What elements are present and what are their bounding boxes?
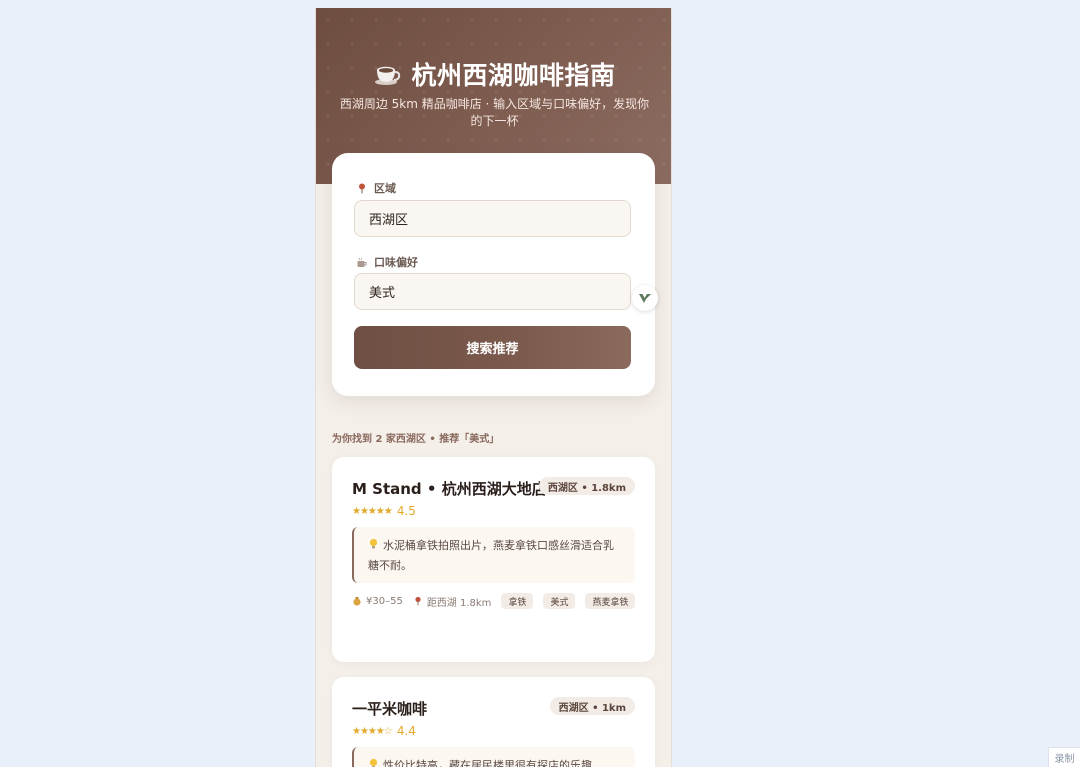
distance-info: 距西湖 1.8km (413, 594, 491, 609)
search-button[interactable]: 搜索推荐 (354, 326, 631, 369)
price-range: ¥30–55 (352, 596, 403, 607)
region-input[interactable]: 西湖区 (354, 200, 631, 237)
assistant-logo-icon (639, 294, 651, 303)
taste-input[interactable]: 美式 (354, 273, 631, 310)
shop-tag: 燕麦拿铁 (585, 593, 636, 609)
shop-name: 一平米咖啡 (352, 700, 428, 718)
shop-name: M Stand • 杭州西湖大地店 (352, 480, 547, 498)
page-subtitle: 西湖周边 5km 精品咖啡店 · 输入区域与口味偏好，发现你的下一杯 (339, 97, 650, 128)
lightbulb-icon (369, 758, 378, 767)
result-summary: 为你找到 2 家西湖区 • 推荐「美式」 (332, 434, 500, 445)
region-label: 区域 (356, 180, 396, 196)
star-rating-icon: ★★★★☆ (352, 725, 393, 737)
rating-value: 4.5 (396, 504, 416, 518)
assistant-button[interactable] (632, 285, 658, 311)
money-bag-icon (353, 597, 361, 606)
page-title: 杭州西湖咖啡指南 (411, 61, 616, 90)
lightbulb-icon (369, 538, 378, 549)
star-rating-icon: ★★★★★ (352, 505, 393, 517)
coffee-cup-icon (375, 66, 401, 85)
shop-rating: ★★★★☆ 4.4 (352, 724, 416, 738)
record-button[interactable]: 录制 (1048, 747, 1080, 767)
shop-meta: ¥30–55 距西湖 1.8km 拿铁 美式 燕麦拿铁 (352, 593, 642, 609)
taste-label: 口味偏好 (356, 254, 418, 270)
shop-card[interactable]: M Stand • 杭州西湖大地店 西湖区 • 1.8km ★★★★★ 4.5 … (332, 457, 655, 662)
map-pin-icon (359, 183, 365, 194)
map-pin-icon (415, 596, 421, 606)
page-title-row: 杭州西湖咖啡指南 (316, 56, 671, 92)
coffee-mug-icon (357, 257, 367, 267)
shop-rating: ★★★★★ 4.5 (352, 504, 416, 518)
shop-card[interactable]: 一平米咖啡 西湖区 • 1km ★★★★☆ 4.4 性价比特高，藏在居民楼里很有… (332, 677, 655, 767)
shop-tip: 性价比特高，藏在居民楼里很有探店的乐趣 (352, 747, 635, 767)
shop-tag: 拿铁 (501, 593, 534, 609)
shop-location-badge: 西湖区 • 1.8km (538, 477, 635, 495)
shop-location-badge: 西湖区 • 1km (549, 697, 635, 715)
app-window: 杭州西湖咖啡指南 西湖周边 5km 精品咖啡店 · 输入区域与口味偏好，发现你的… (315, 8, 672, 767)
rating-value: 4.4 (396, 724, 416, 738)
shop-tag: 美式 (543, 593, 576, 609)
shop-tip: 水泥桶拿铁拍照出片，燕麦拿铁口感丝滑适合乳糖不耐。 (352, 527, 635, 583)
search-form-card: 区域 西湖区 口味偏好 美式 搜索推荐 (332, 153, 655, 396)
